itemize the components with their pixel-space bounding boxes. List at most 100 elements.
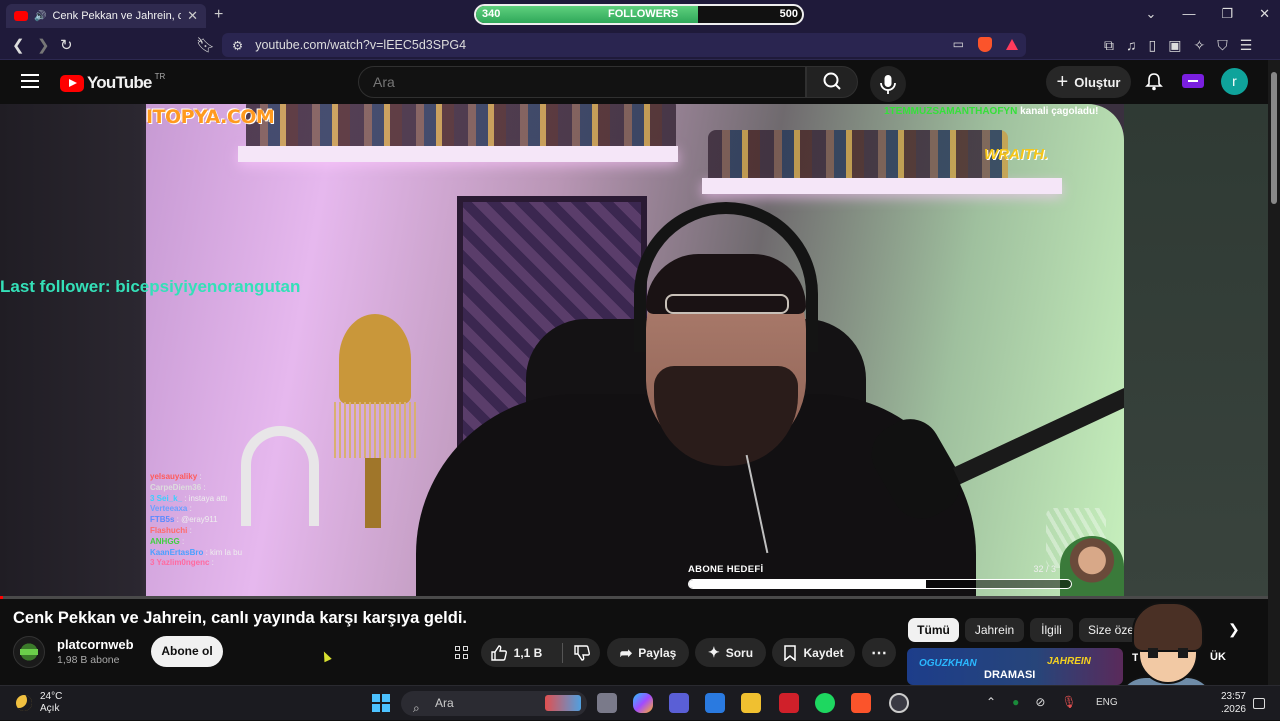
vpn-icon[interactable]: ⛉ xyxy=(1217,37,1228,54)
video-player[interactable]: ITOPYA.COM 1TEMMUZSAMANTHAOFYN kanali ça… xyxy=(0,104,1268,597)
chat-username: Flashuchi xyxy=(150,525,188,535)
reload-icon[interactable]: ↻ xyxy=(60,36,73,54)
weather-widget[interactable]: 24°C Açık xyxy=(16,691,62,715)
headphone-stand xyxy=(241,426,319,526)
brave-browser-icon[interactable] xyxy=(851,693,871,713)
menu-icon[interactable]: ☰ xyxy=(1240,37,1253,54)
maximize-button[interactable]: ❐ xyxy=(1221,6,1233,22)
create-label: Oluştur xyxy=(1074,74,1121,90)
chip-all[interactable]: Tümü xyxy=(908,618,959,642)
copilot-icon[interactable] xyxy=(633,693,653,713)
chip-related[interactable]: İlgili xyxy=(1030,618,1073,642)
tab-search-icon[interactable]: ⌄ xyxy=(1146,6,1157,22)
search-button[interactable] xyxy=(806,66,858,98)
hamburger-menu-icon[interactable] xyxy=(21,74,39,88)
netflix-icon[interactable] xyxy=(779,693,799,713)
mouse-cursor-icon xyxy=(320,649,332,663)
create-button[interactable]: + Oluştur xyxy=(1046,66,1131,98)
ask-button[interactable]: ✦ Soru xyxy=(695,638,766,667)
chip-jahrein[interactable]: Jahrein xyxy=(965,618,1024,642)
sticker-eyes xyxy=(1148,648,1188,658)
page-scrollbar[interactable] xyxy=(1268,60,1280,685)
clock-time: 23:57 xyxy=(1220,691,1246,702)
voice-search-button[interactable] xyxy=(870,66,906,102)
taskbar-search[interactable]: ⌕ Ara xyxy=(401,691,587,716)
sticker-hair xyxy=(1132,602,1204,652)
chat-username: yelsauyaliky xyxy=(150,472,198,481)
video-title: Cenk Pekkan ve Jahrein, canlı yayında ka… xyxy=(13,609,467,627)
chat-message: Verteeaxa : xyxy=(150,504,242,515)
search-input[interactable]: Ara xyxy=(358,66,806,98)
subscriber-goal-widget: ABONE HEDEFİ 32 / 3 xyxy=(688,564,1072,589)
brand-logo: WRAITH. xyxy=(984,146,1049,163)
minimize-button[interactable]: — xyxy=(1182,6,1195,22)
wall-shelf xyxy=(702,178,1062,194)
twitch-extension-icon[interactable] xyxy=(1182,74,1204,88)
more-actions-button[interactable]: ⋯ xyxy=(862,638,896,667)
save-button[interactable]: Kaydet xyxy=(772,638,855,667)
scrollbar-thumb[interactable] xyxy=(1271,72,1277,204)
chat-message: CarpeDiem36 : xyxy=(150,483,242,494)
store-icon[interactable] xyxy=(705,693,725,713)
subscribe-button[interactable]: Abone ol xyxy=(151,636,223,667)
chat-text: : instaya attı xyxy=(182,493,228,503)
file-explorer-icon[interactable] xyxy=(741,693,761,713)
steam-icon[interactable] xyxy=(889,693,909,713)
event-ticker: 1TEMMUZSAMANTHAOFYN kanali çagoladu! xyxy=(884,106,1098,117)
video-progress-bar[interactable] xyxy=(0,596,1268,599)
task-view-icon[interactable] xyxy=(597,693,617,713)
forward-icon[interactable]: ❯ xyxy=(37,36,50,54)
new-tab-button[interactable]: + xyxy=(214,6,223,24)
subscriber-count: 1,98 B abone xyxy=(57,654,120,666)
network-off-icon[interactable]: ⊘ xyxy=(1035,695,1045,709)
brave-rewards-icon[interactable] xyxy=(1006,39,1018,50)
wallet-icon[interactable]: ▣ xyxy=(1168,37,1181,54)
music-icon[interactable]: ♫ xyxy=(1126,37,1137,54)
browser-tab-active[interactable]: 🔊 Cenk Pekkan ve Jahrein, canlı ✕ xyxy=(6,4,206,28)
cast-icon[interactable]: ▭ xyxy=(953,37,964,52)
ticker-text: kanali çagoladu! xyxy=(1020,106,1099,117)
notifications-button[interactable] xyxy=(1144,72,1164,97)
goal-count: 32 / 3 xyxy=(1033,564,1056,574)
bookmark-icon[interactable]: 🔖︎ xyxy=(196,36,215,54)
thumbs-down-icon[interactable] xyxy=(573,644,591,662)
teams-icon[interactable] xyxy=(669,693,689,713)
site-info-icon[interactable]: ⚙︎ xyxy=(232,38,243,53)
stream-chat-overlay: yelsauyaliky : CarpeDiem36 :3 Sei_k_ : in… xyxy=(150,472,242,569)
tab-close-icon[interactable]: ✕ xyxy=(187,8,198,24)
address-bar[interactable]: ⚙︎ youtube.com/watch?v=lEEC5d3SPG4 ▭ xyxy=(222,33,1026,57)
thumbnail-text-left: OGUZKHAN xyxy=(919,658,977,669)
chevron-right-icon[interactable]: ❯ xyxy=(1228,621,1240,638)
youtube-header: YouTube TR Ara + Oluştur r xyxy=(0,60,1280,104)
close-window-button[interactable]: ✕ xyxy=(1259,6,1270,22)
microphone-tray-icon[interactable]: 🎙︎ xyxy=(1061,695,1076,709)
chat-username: 3 Sei_k_ xyxy=(150,493,183,503)
tray-app-icon[interactable]: ● xyxy=(1012,695,1019,709)
leo-ai-icon[interactable]: ✧ xyxy=(1193,37,1205,54)
video-side-panel xyxy=(1124,104,1268,597)
speaker-icon[interactable]: 🔊 xyxy=(34,11,46,22)
goal-progress-bar xyxy=(688,579,1072,589)
chevron-up-icon[interactable]: ⌃ xyxy=(986,695,996,709)
share-button[interactable]: ➦ Paylaş xyxy=(607,638,689,667)
sidebar-icon[interactable]: ▯ xyxy=(1149,37,1157,54)
bell-icon xyxy=(1145,73,1163,91)
extensions-icon[interactable]: ⧉ xyxy=(1104,37,1114,54)
system-clock[interactable]: 23:57 .2026 xyxy=(1218,690,1246,716)
recommended-video-thumbnail[interactable]: OGUZKHAN JAHREIN DRAMASI xyxy=(907,648,1123,685)
language-indicator[interactable]: ENG xyxy=(1096,697,1118,708)
moon-icon xyxy=(16,695,32,711)
account-avatar[interactable]: r xyxy=(1221,68,1248,95)
windows-start-icon[interactable] xyxy=(372,694,390,712)
spotify-icon[interactable] xyxy=(815,693,835,713)
clip-grid-icon[interactable] xyxy=(455,646,468,659)
channel-name[interactable]: platcornweb xyxy=(57,637,134,652)
brave-shields-icon[interactable] xyxy=(978,37,992,52)
thumbs-up-icon[interactable] xyxy=(490,644,508,662)
like-count[interactable]: 1,1 B xyxy=(514,646,543,660)
notification-center-icon[interactable] xyxy=(1253,698,1265,709)
back-icon[interactable]: ❮ xyxy=(12,36,25,54)
channel-avatar[interactable] xyxy=(13,636,45,668)
youtube-logo[interactable]: YouTube TR xyxy=(60,72,165,93)
chat-username: ANHGG xyxy=(150,536,180,546)
